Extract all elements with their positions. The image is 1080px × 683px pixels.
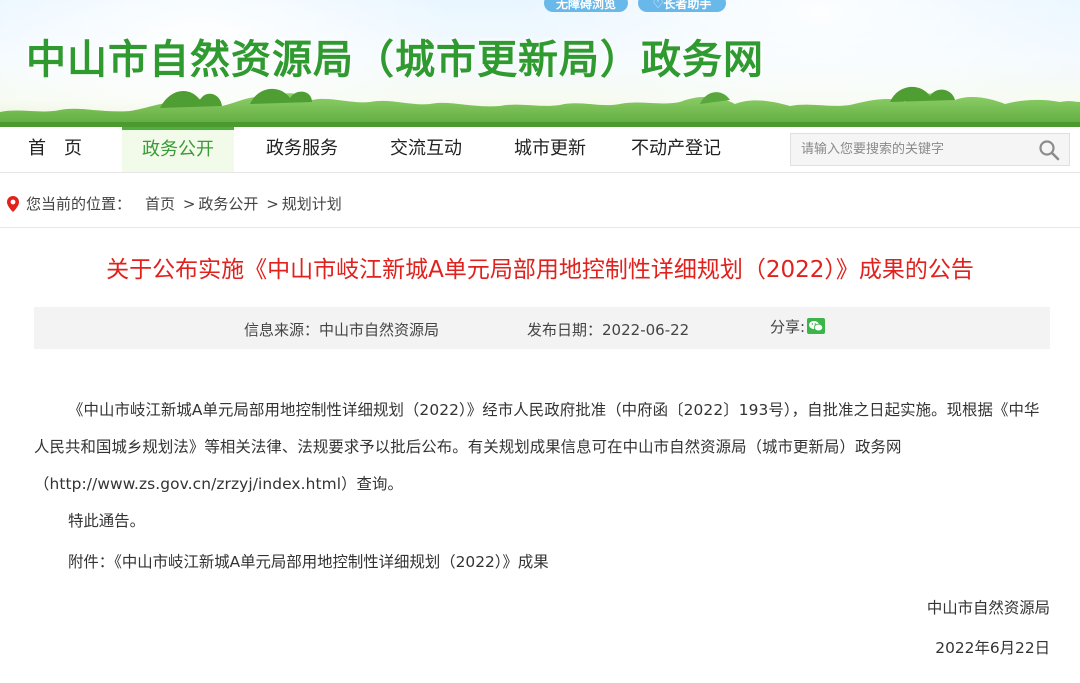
search-input[interactable] (791, 134, 1031, 165)
breadcrumb-item-planning[interactable]: 规划计划 (282, 195, 342, 213)
accessibility-link[interactable]: 无障碍浏览 (544, 0, 628, 12)
attachment-link[interactable]: 《中山市岐江新城A单元局部用地控制性详细规划（2022）》成果 (114, 553, 548, 571)
meta-date-value: 2022-06-22 (602, 321, 690, 339)
elder-assist-icon: ♡ (652, 0, 664, 11)
meta-source-value: 中山市自然资源局 (319, 321, 440, 339)
article-body: 《中山市岐江新城A单元局部用地控制性详细规划（2022）》经市人民政府批准（中府… (34, 392, 1050, 581)
signature-org: 中山市自然资源局 (926, 599, 1050, 617)
breadcrumb-item-home[interactable]: 首页 (145, 195, 175, 213)
attachment-label: 附件： (68, 553, 115, 571)
article-notice: 特此通告。 (68, 512, 145, 530)
meta-share-label: 分享: (770, 318, 806, 336)
site-title: 中山市自然资源局（城市更新局）政务网 (26, 37, 764, 83)
meta-share: 分享: (770, 316, 826, 337)
meta-date-label: 发布日期： (527, 321, 603, 339)
breadcrumb-separator: > (182, 194, 196, 213)
meta-source-label: 信息来源： (244, 321, 320, 339)
breadcrumb-separator: > (266, 194, 279, 213)
search-icon[interactable] (1037, 138, 1061, 162)
nav-item-government-services[interactable]: 政务服务 (246, 127, 358, 172)
search-box (790, 133, 1070, 166)
article-meta-bar: 信息来源：中山市自然资源局 发布日期：2022-06-22 分享: (34, 307, 1050, 349)
nav-item-interaction[interactable]: 交流互动 (370, 127, 482, 172)
breadcrumb-prefix: 您当前的位置： (26, 195, 132, 213)
nav-item-real-estate-registration[interactable]: 不动产登记 (614, 127, 738, 172)
divider (0, 227, 1080, 228)
article-attachment: 附件：《中山市岐江新城A单元局部用地控制性详细规划（2022）》成果 (34, 544, 1050, 581)
nav-item-home[interactable]: 首 页 (0, 127, 110, 172)
article-title: 关于公布实施《中山市岐江新城A单元局部用地控制性详细规划（2022）》成果的公告 (106, 257, 974, 283)
wechat-icon[interactable] (807, 318, 826, 334)
meta-source: 信息来源：中山市自然资源局 (244, 319, 439, 340)
treeline-decoration (0, 86, 1080, 127)
meta-date: 发布日期：2022-06-22 (527, 319, 689, 340)
breadcrumb-item-government-affairs-open[interactable]: 政务公开 (198, 195, 258, 213)
accessibility-link-label: 无障碍浏览 (556, 0, 617, 11)
signature-date: 2022年6月22日 (935, 639, 1050, 657)
elder-assist-link[interactable]: ♡长者助手 (638, 0, 726, 12)
header-banner: 无障碍浏览 ♡长者助手 中山市自然资源局（城市更新局）政务网 (0, 0, 1080, 127)
breadcrumb: 您当前的位置： 首页 > 政务公开 > 规划计划 (6, 193, 342, 215)
nav-item-government-affairs-open[interactable]: 政务公开 (122, 127, 234, 172)
elder-assist-link-label: 长者助手 (663, 0, 712, 11)
article-paragraph: 《中山市岐江新城A单元局部用地控制性详细规划（2022）》经市人民政府批准（中府… (34, 401, 1040, 493)
location-pin-icon (7, 195, 19, 212)
nav-item-urban-renewal[interactable]: 城市更新 (494, 127, 606, 172)
